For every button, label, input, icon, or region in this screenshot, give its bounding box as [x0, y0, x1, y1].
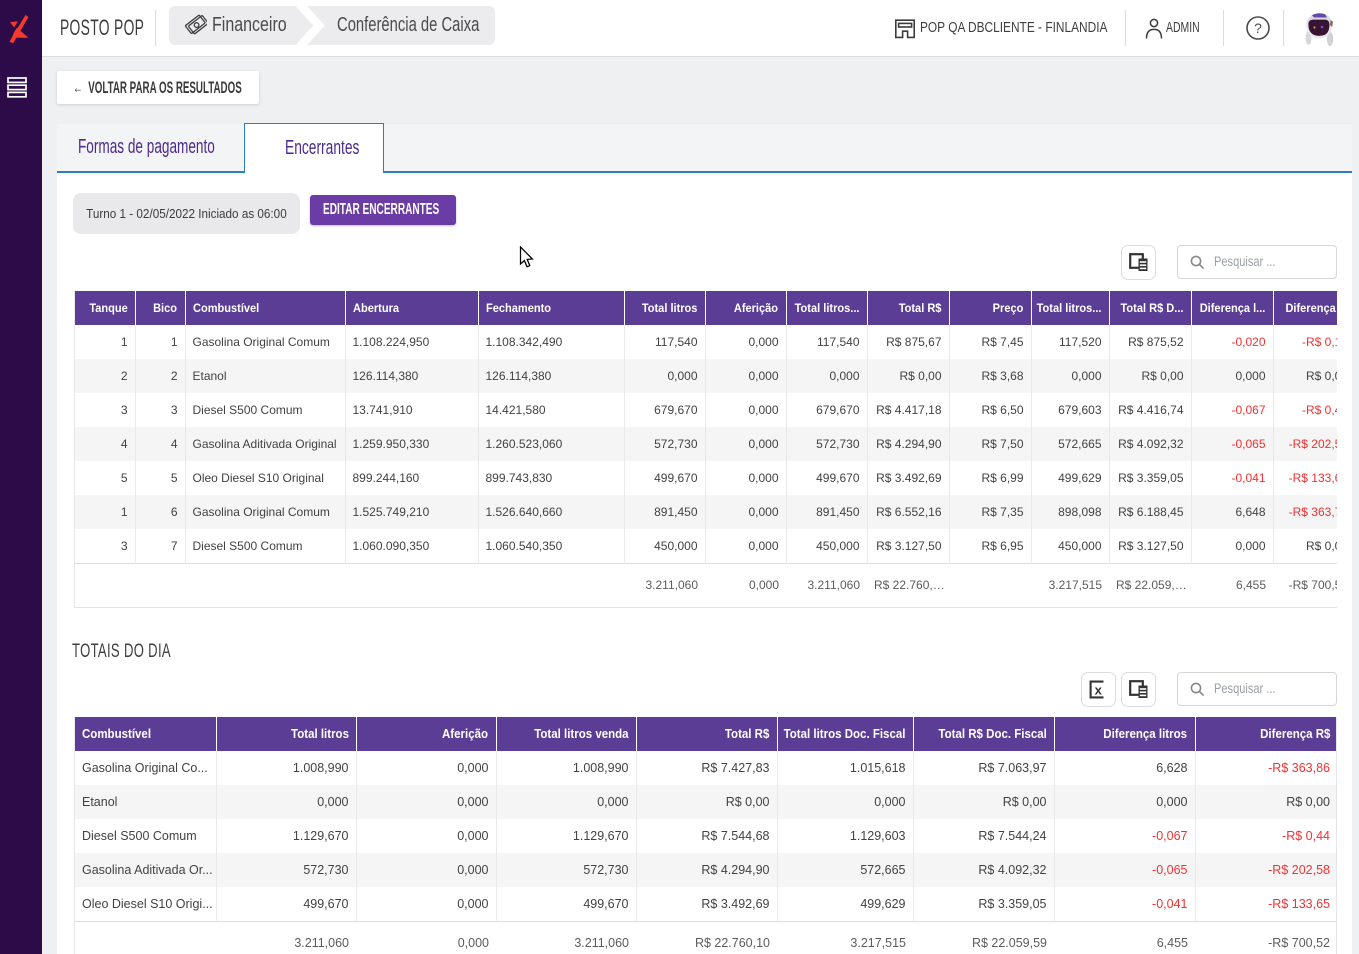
svg-text:x: x [1095, 682, 1103, 697]
svg-text:?: ? [1254, 20, 1262, 36]
